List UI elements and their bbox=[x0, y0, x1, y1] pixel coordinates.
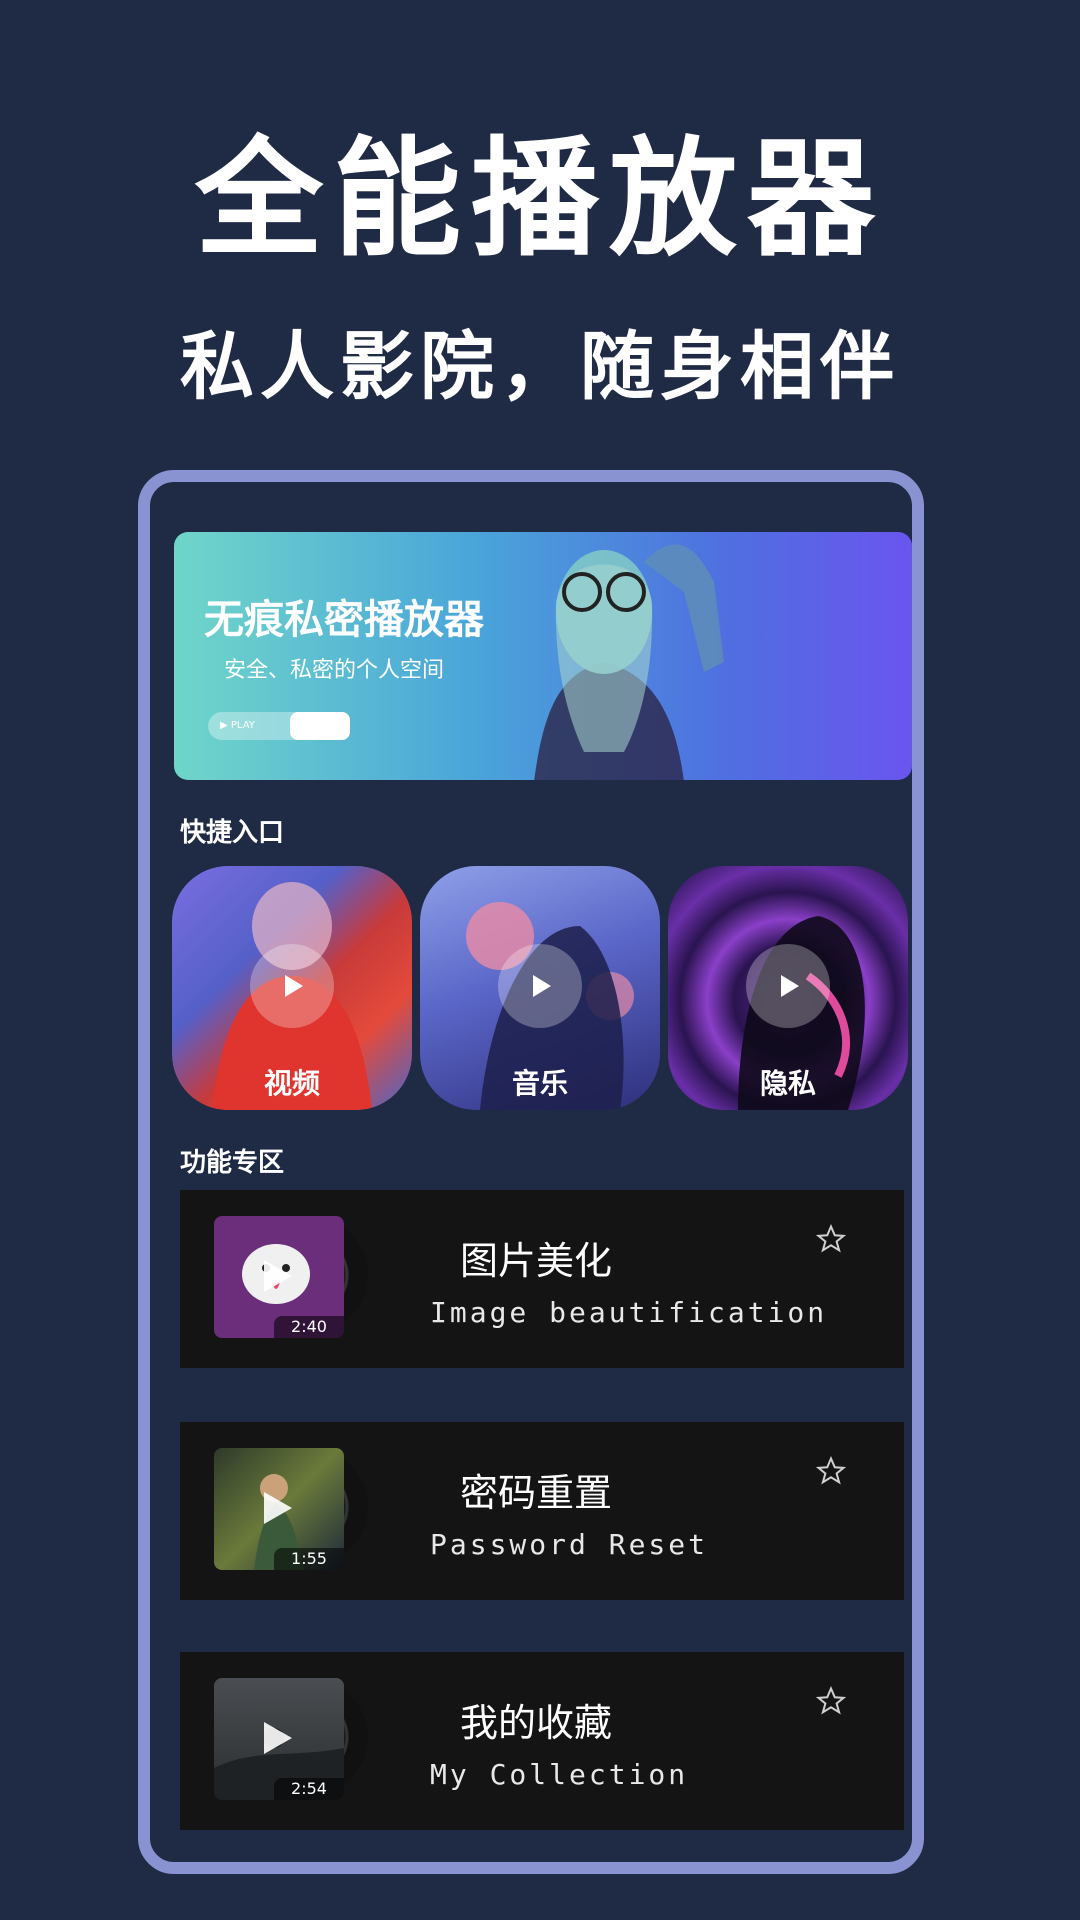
feature-title: 图片美化 bbox=[460, 1239, 613, 1283]
star-icon[interactable] bbox=[816, 1456, 846, 1486]
duration-label: 2:54 bbox=[274, 1778, 344, 1800]
feature-thumbnail: 2:54 bbox=[214, 1678, 344, 1800]
promo-page: 全能播放器 私人影院，随身相伴 无痕私密播放器 安全、私密的个人空间 ▶ PLA… bbox=[0, 0, 1080, 1920]
feature-title: 我的收藏 bbox=[460, 1701, 613, 1745]
banner-subtitle: 安全、私密的个人空间 bbox=[224, 658, 445, 683]
app-screen: 无痕私密播放器 安全、私密的个人空间 ▶ PLAY 快捷入口 视频 音乐 隐私 … bbox=[162, 494, 912, 1850]
quick-entry-label: 音乐 bbox=[511, 1067, 568, 1100]
banner-play-button[interactable]: ▶ PLAY bbox=[208, 712, 350, 740]
banner-play-label: PLAY bbox=[230, 720, 255, 731]
feature-subtitle: My Collection bbox=[430, 1758, 689, 1791]
hero-banner[interactable]: 无痕私密播放器 安全、私密的个人空间 ▶ PLAY bbox=[174, 532, 912, 780]
play-triangle-icon: ▶ bbox=[220, 720, 231, 731]
music-play-icon bbox=[498, 944, 582, 1028]
quick-entry-label: 隐私 bbox=[759, 1067, 816, 1100]
feature-row-image-beautification[interactable]: 2:40 图片美化 Image beautification bbox=[180, 1190, 904, 1368]
feature-thumbnail: 2:40 bbox=[214, 1216, 344, 1338]
feature-row-password-reset[interactable]: 1:55 密码重置 Password Reset bbox=[180, 1422, 904, 1600]
duration-label: 1:55 bbox=[274, 1548, 344, 1570]
duration-label: 2:40 bbox=[274, 1316, 344, 1338]
play-icon bbox=[256, 1488, 296, 1532]
video-play-icon bbox=[250, 944, 334, 1028]
banner-person-illustration bbox=[534, 544, 724, 780]
feature-subtitle: Password Reset bbox=[430, 1528, 709, 1561]
phone-frame: 无痕私密播放器 安全、私密的个人空间 ▶ PLAY 快捷入口 视频 音乐 隐私 … bbox=[138, 470, 924, 1874]
banner-play-pill bbox=[290, 712, 350, 740]
quick-entry-privacy[interactable]: 隐私 bbox=[668, 866, 908, 1110]
star-icon[interactable] bbox=[816, 1686, 846, 1716]
play-icon bbox=[256, 1718, 296, 1762]
feature-thumbnail: 1:55 bbox=[214, 1448, 344, 1570]
privacy-play-icon bbox=[746, 944, 830, 1028]
subheadline: 私人影院，随身相伴 bbox=[180, 324, 900, 410]
quick-entry-video[interactable]: 视频 bbox=[172, 866, 412, 1110]
play-icon bbox=[256, 1256, 296, 1300]
feature-row-my-collection[interactable]: 2:54 我的收藏 My Collection bbox=[180, 1652, 904, 1830]
quick-entry-row: 视频 音乐 隐私 bbox=[172, 866, 916, 1110]
star-icon[interactable] bbox=[816, 1224, 846, 1254]
features-title: 功能专区 bbox=[180, 1148, 285, 1178]
feature-title: 密码重置 bbox=[460, 1471, 613, 1515]
banner-title: 无痕私密播放器 bbox=[204, 597, 484, 643]
quick-entry-label: 视频 bbox=[263, 1067, 320, 1100]
headline: 全能播放器 bbox=[194, 125, 885, 274]
feature-subtitle: Image beautification bbox=[430, 1296, 828, 1329]
quick-entry-music[interactable]: 音乐 bbox=[420, 866, 660, 1110]
quick-entry-title: 快捷入口 bbox=[180, 818, 285, 848]
